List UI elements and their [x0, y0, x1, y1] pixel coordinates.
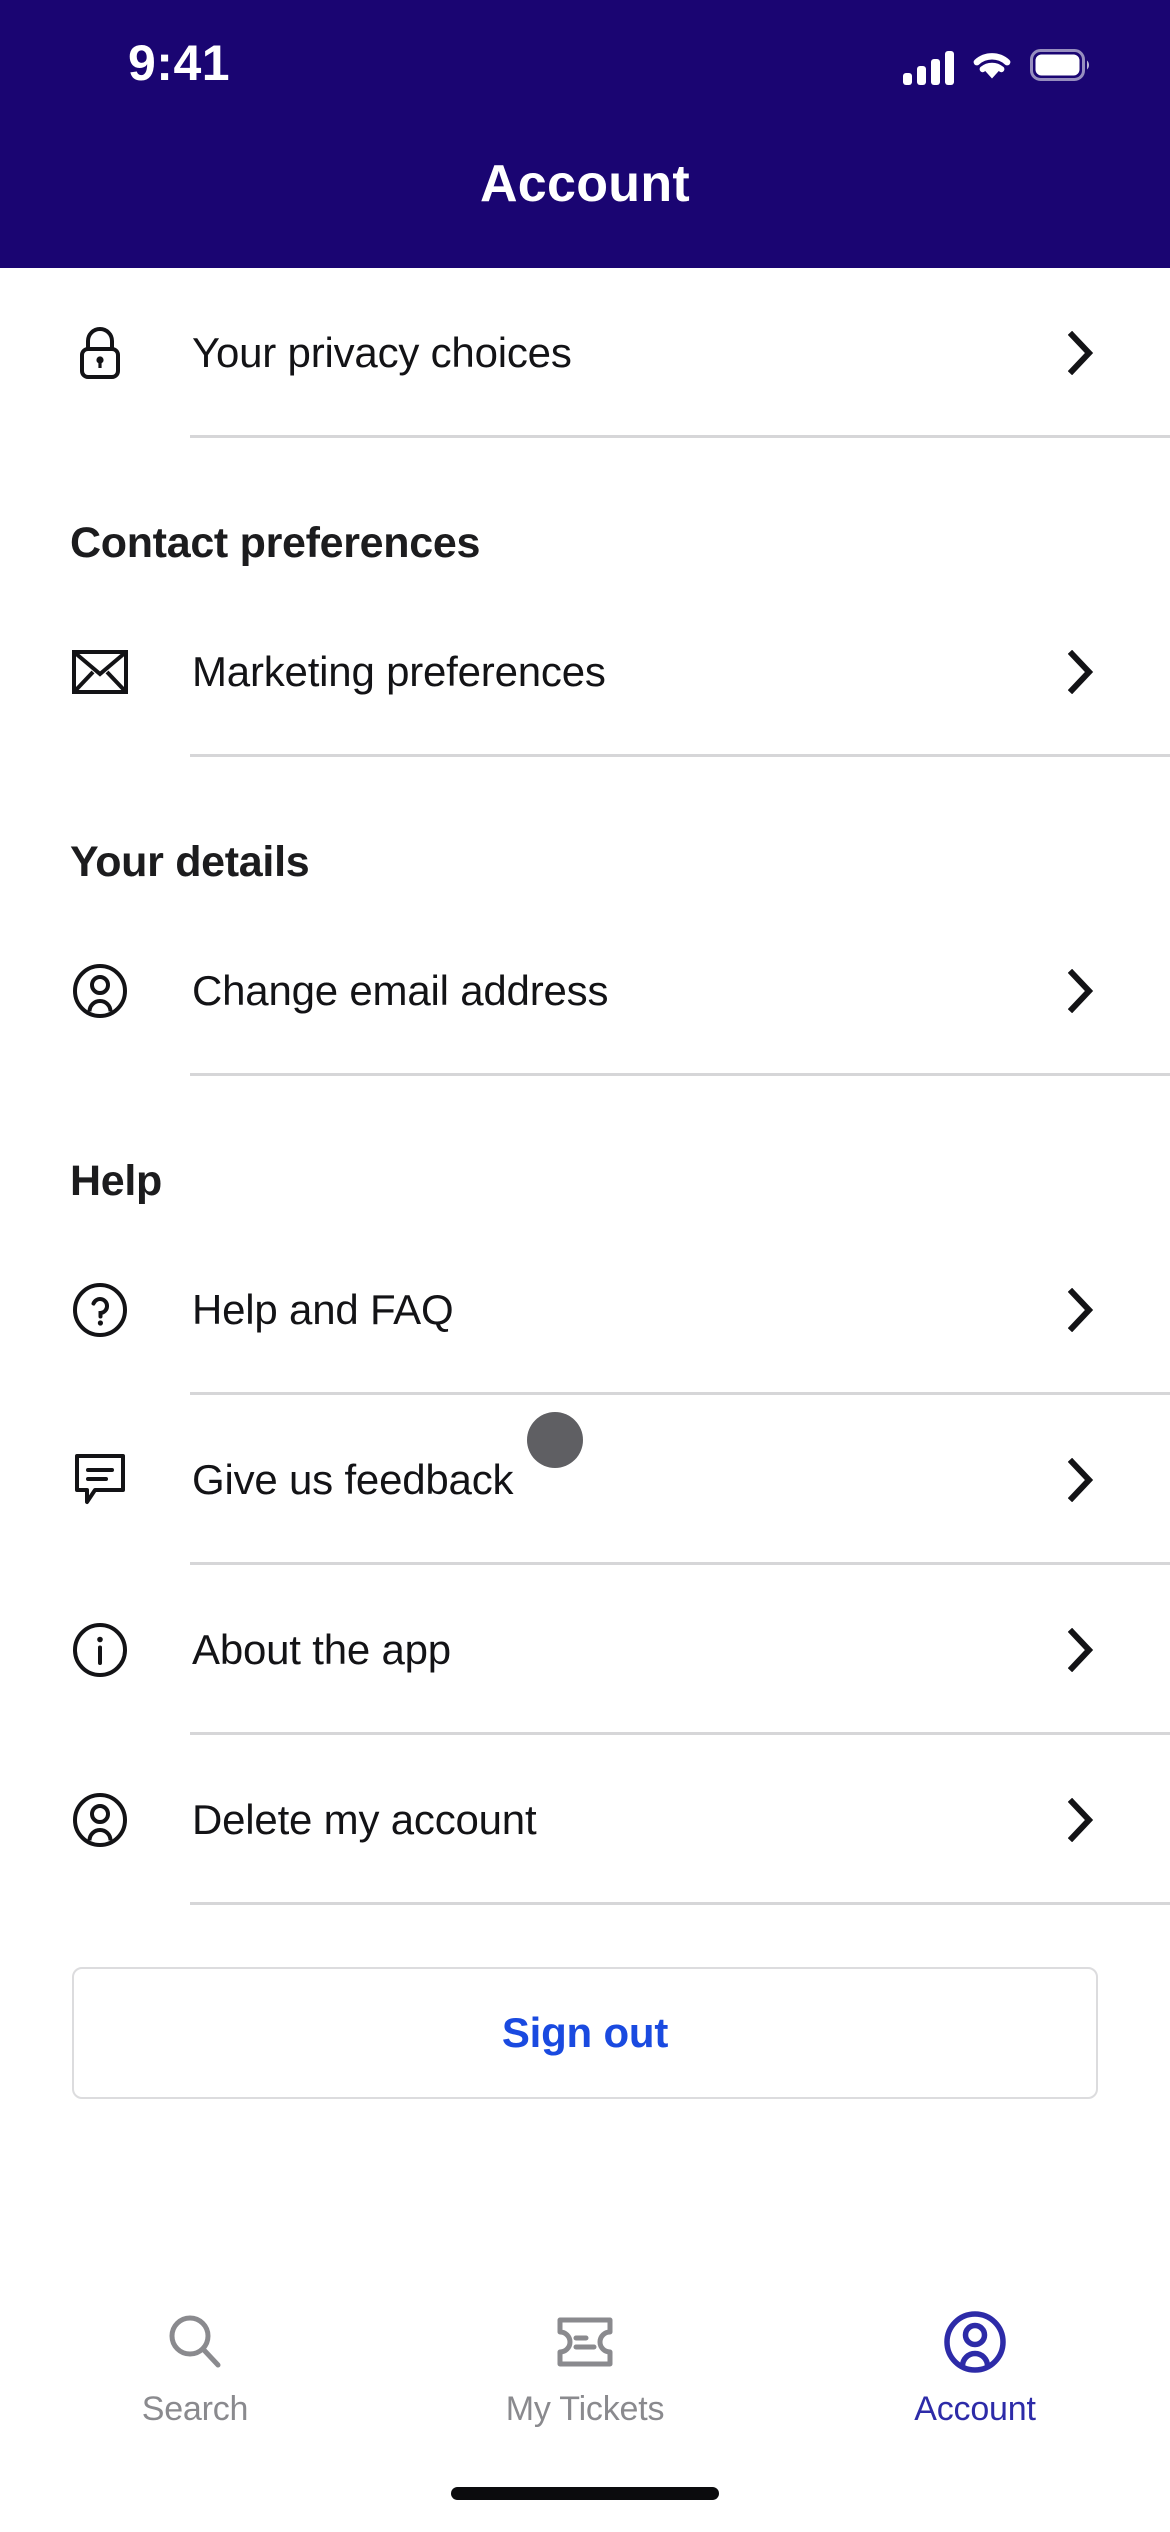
list-item-give-us-feedback[interactable]: Give us feedback — [0, 1395, 1170, 1565]
info-circle-icon — [72, 1622, 128, 1678]
home-indicator — [451, 2487, 719, 2500]
list-item-about-the-app[interactable]: About the app — [0, 1565, 1170, 1735]
envelope-icon — [72, 644, 128, 700]
list-item-change-email-address[interactable]: Change email address — [0, 906, 1170, 1076]
list-divider — [190, 1902, 1170, 1905]
battery-full-icon — [1030, 49, 1092, 86]
section-contact-preferences: Contact preferences Marketing preference… — [0, 438, 1170, 757]
list-divider — [190, 435, 1170, 438]
list-item-marketing-preferences[interactable]: Marketing preferences — [0, 587, 1170, 757]
search-icon — [159, 2306, 231, 2378]
bottom-tab-bar: Search My Tickets Account — [0, 2270, 1170, 2532]
list-divider — [190, 1073, 1170, 1076]
page-title: Account — [479, 155, 691, 213]
section-your-details: Your details Change email address — [0, 757, 1170, 1076]
status-bar-icons — [903, 48, 1092, 87]
tab-search[interactable]: Search — [0, 2270, 390, 2532]
section-heading: Help — [70, 1157, 162, 1205]
list-item-label: Change email address — [192, 967, 609, 1014]
chevron-right-icon — [1064, 1797, 1098, 1843]
section-privacy: Your privacy choices — [0, 268, 1170, 438]
person-circle-icon — [939, 2306, 1011, 2378]
list-item-label: About the app — [192, 1626, 451, 1673]
speech-bubble-icon — [72, 1452, 128, 1508]
list-item-label: Give us feedback — [192, 1456, 514, 1503]
sign-out-button[interactable]: Sign out — [72, 1967, 1098, 2099]
chevron-right-icon — [1064, 1627, 1098, 1673]
tab-account[interactable]: Account — [780, 2270, 1170, 2532]
lock-icon — [72, 325, 128, 381]
list-item-label: Help and FAQ — [192, 1286, 454, 1333]
person-circle-icon — [72, 963, 128, 1019]
tab-label: Search — [141, 2390, 249, 2428]
sign-out-container: Sign out — [0, 1967, 1170, 2099]
tab-label: Account — [914, 2390, 1036, 2428]
list-item-help-and-faq[interactable]: Help and FAQ — [0, 1225, 1170, 1395]
tab-label: My Tickets — [505, 2390, 665, 2428]
list-item-delete-my-account[interactable]: Delete my account — [0, 1735, 1170, 1905]
ticket-icon — [549, 2306, 621, 2378]
account-settings-list: Your privacy choices Contact preferences… — [0, 268, 1170, 2270]
chevron-right-icon — [1064, 649, 1098, 695]
section-help: Help Help and FAQ Give us feedback About… — [0, 1076, 1170, 1905]
wifi-icon — [970, 48, 1014, 87]
chevron-right-icon — [1064, 968, 1098, 1014]
list-item-label: Marketing preferences — [192, 648, 606, 695]
status-bar-time: 9:41 — [128, 35, 231, 91]
chevron-right-icon — [1064, 330, 1098, 376]
list-divider — [190, 754, 1170, 757]
app-header: 9:41 Account — [0, 0, 1170, 268]
person-circle-icon — [72, 1792, 128, 1848]
chevron-right-icon — [1064, 1287, 1098, 1333]
list-item-label: Delete my account — [192, 1796, 537, 1843]
section-heading: Contact preferences — [70, 519, 481, 567]
question-circle-icon — [72, 1282, 128, 1338]
status-bar: 9:41 — [0, 0, 1170, 120]
list-item-label: Your privacy choices — [192, 329, 572, 376]
cellular-signal-icon — [903, 50, 954, 85]
chevron-right-icon — [1064, 1457, 1098, 1503]
list-item-your-privacy-choices[interactable]: Your privacy choices — [0, 268, 1170, 438]
section-heading: Your details — [70, 838, 310, 886]
